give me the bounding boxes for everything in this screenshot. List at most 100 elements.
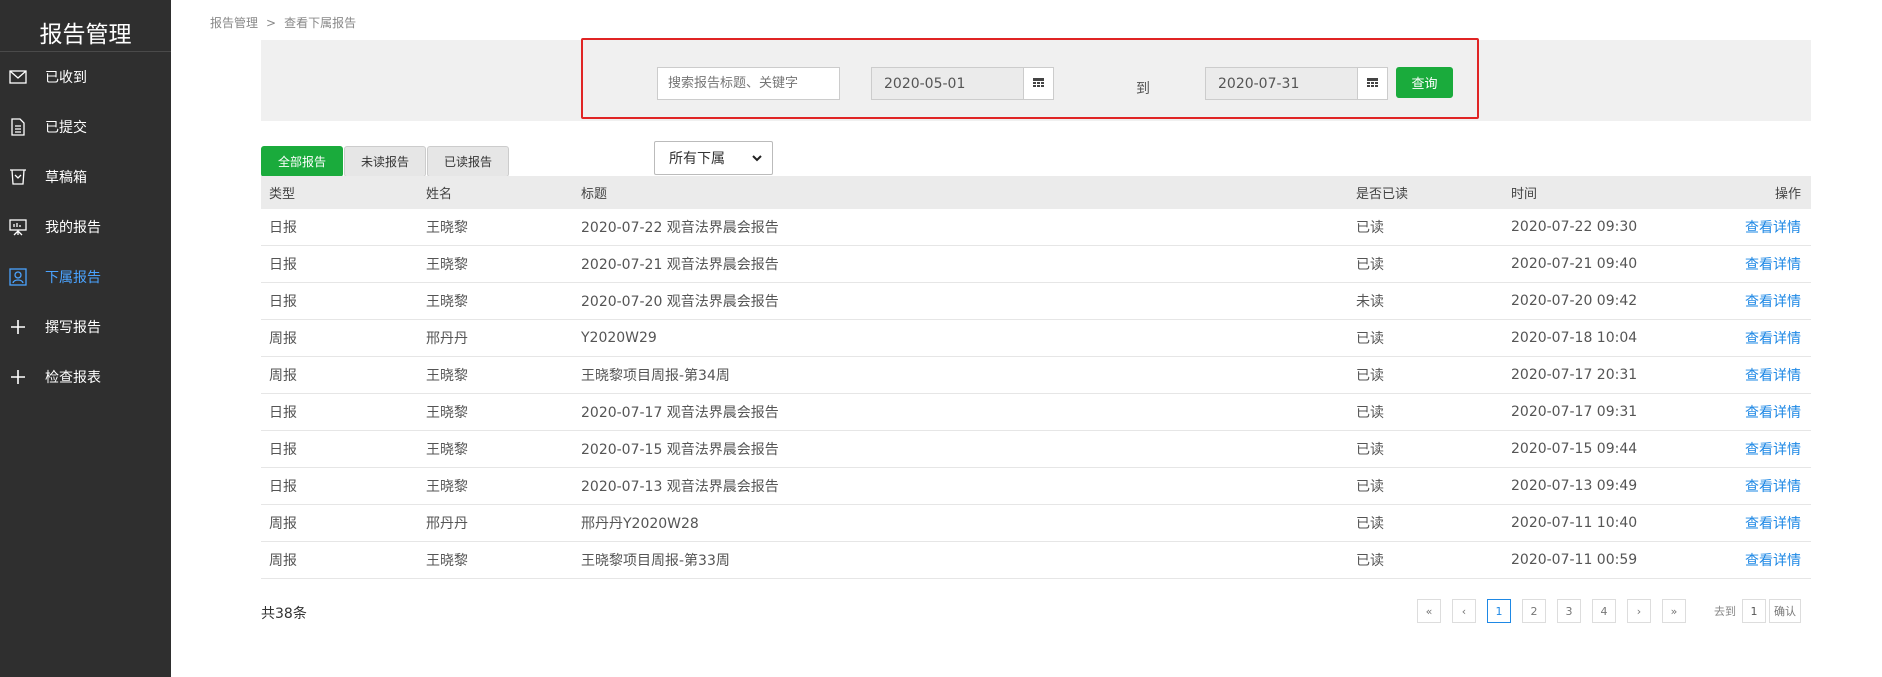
page-jump: 去到 1 确认 <box>1714 599 1801 623</box>
cell-type: 日报 <box>269 479 297 495</box>
view-details-link[interactable]: 查看详情 <box>1733 476 1811 496</box>
tab-all-reports[interactable]: 全部报告 <box>261 146 344 177</box>
cell-read-status: 已读 <box>1356 368 1384 384</box>
cell-time: 2020-07-15 09:44 <box>1511 441 1638 457</box>
table-body: 日报 王晓黎 2020-07-22 观音法界晨会报告 已读 2020-07-22 09:… <box>261 209 1811 579</box>
view-details-link[interactable]: 查看详情 <box>1733 513 1811 533</box>
table-row: 周报 邢丹丹 邢丹丹Y2020W28 已读 2020-07-11 10:40 查看详情 <box>261 505 1811 542</box>
tab-unread-reports[interactable]: 未读报告 <box>344 146 427 177</box>
cell-time: 2020-07-13 09:49 <box>1511 478 1638 494</box>
sidebar-item-check-reports[interactable]: 检查报表 <box>0 352 171 402</box>
table-row: 周报 王晓黎 王晓黎项目周报-第34周 已读 2020-07-17 20:31 查看详情 <box>261 357 1811 394</box>
drafts-icon <box>8 167 28 187</box>
page-button-2[interactable]: 2 <box>1522 599 1546 623</box>
cell-type: 日报 <box>269 405 297 421</box>
cell-type: 日报 <box>269 442 297 458</box>
cell-read-status: 已读 <box>1356 257 1384 273</box>
chevron-down-icon <box>752 150 762 166</box>
main-content: 报告管理 > 查看下属报告 到 查询 全部报告 未读报告 已读报告 <box>171 0 1882 677</box>
view-details-link[interactable]: 查看详情 <box>1733 550 1811 570</box>
subordinate-select[interactable]: 所有下属 <box>654 141 773 175</box>
goto-page-input[interactable]: 1 <box>1742 599 1766 623</box>
cell-title: 王晓黎项目周报-第33周 <box>581 553 730 569</box>
cell-time: 2020-07-20 09:42 <box>1511 293 1638 309</box>
sidebar-item-label: 检查报表 <box>45 370 101 386</box>
view-details-link[interactable]: 查看详情 <box>1733 291 1811 311</box>
cell-time: 2020-07-21 09:40 <box>1511 256 1638 272</box>
column-header-action: 操作 <box>1774 187 1801 202</box>
calendar-icon[interactable] <box>1024 67 1054 100</box>
highlighted-filter-region: 到 查询 <box>581 38 1479 119</box>
cell-type: 日报 <box>269 257 297 273</box>
cell-name: 邢丹丹 <box>426 331 468 347</box>
last-page-button[interactable]: » <box>1662 599 1686 623</box>
end-date-picker[interactable] <box>1205 67 1388 100</box>
sidebar-item-drafts[interactable]: 草稿箱 <box>0 152 171 202</box>
goto-label: 去到 <box>1714 605 1736 618</box>
sidebar-item-submitted[interactable]: 已提交 <box>0 102 171 152</box>
table-row: 日报 王晓黎 2020-07-21 观音法界晨会报告 已读 2020-07-21 09:… <box>261 246 1811 283</box>
cell-time: 2020-07-11 10:40 <box>1511 515 1638 531</box>
report-table: 类型 姓名 标题 是否已读 时间 操作 日报 王晓黎 2020-07-22 观音法界… <box>261 176 1811 579</box>
sidebar-item-write-report[interactable]: 撰写报告 <box>0 302 171 352</box>
table-row: 日报 王晓黎 2020-07-22 观音法界晨会报告 已读 2020-07-22 09:… <box>261 209 1811 246</box>
breadcrumb-current: 查看下属报告 <box>284 16 357 30</box>
view-details-link[interactable]: 查看详情 <box>1733 365 1811 385</box>
column-header-type: 类型 <box>269 187 296 202</box>
cell-time: 2020-07-22 09:30 <box>1511 219 1638 235</box>
cell-type: 周报 <box>269 368 297 384</box>
cell-time: 2020-07-17 20:31 <box>1511 367 1638 383</box>
cell-time: 2020-07-18 10:04 <box>1511 330 1638 346</box>
tab-read-reports[interactable]: 已读报告 <box>427 146 510 177</box>
calendar-icon[interactable] <box>1358 67 1388 100</box>
end-date-field[interactable] <box>1205 67 1358 100</box>
cell-title: 2020-07-13 观音法界晨会报告 <box>581 479 779 495</box>
prev-page-button[interactable]: ‹ <box>1452 599 1476 623</box>
first-page-button[interactable]: « <box>1417 599 1441 623</box>
sidebar-item-my-reports[interactable]: 我的报告 <box>0 202 171 252</box>
plus-icon <box>8 367 28 387</box>
start-date-picker[interactable] <box>871 67 1054 100</box>
query-button[interactable]: 查询 <box>1396 67 1453 98</box>
cell-name: 王晓黎 <box>426 405 468 421</box>
pagination: « ‹ 1 2 3 4 › » <box>1417 599 1697 623</box>
envelope-icon <box>8 67 28 87</box>
table-row: 日报 王晓黎 2020-07-20 观音法界晨会报告 未读 2020-07-20 09:… <box>261 283 1811 320</box>
table-row: 日报 王晓黎 2020-07-15 观音法界晨会报告 已读 2020-07-15 09:… <box>261 431 1811 468</box>
sidebar-item-label: 撰写报告 <box>45 320 101 336</box>
search-input[interactable] <box>657 67 840 100</box>
cell-read-status: 已读 <box>1356 553 1384 569</box>
page-button-3[interactable]: 3 <box>1557 599 1581 623</box>
view-details-link[interactable]: 查看详情 <box>1733 328 1811 348</box>
view-details-link[interactable]: 查看详情 <box>1733 402 1811 422</box>
view-details-link[interactable]: 查看详情 <box>1733 217 1811 237</box>
column-header-time: 时间 <box>1511 187 1538 202</box>
sidebar-item-label: 我的报告 <box>45 220 101 236</box>
sidebar-item-received[interactable]: 已收到 <box>0 52 171 102</box>
goto-confirm-button[interactable]: 确认 <box>1769 599 1801 623</box>
sidebar-item-label: 下属报告 <box>45 270 101 286</box>
view-details-link[interactable]: 查看详情 <box>1733 439 1811 459</box>
cell-read-status: 未读 <box>1356 294 1384 310</box>
presentation-icon <box>8 217 28 237</box>
cell-name: 邢丹丹 <box>426 516 468 532</box>
page-button-1[interactable]: 1 <box>1487 599 1511 623</box>
cell-read-status: 已读 <box>1356 442 1384 458</box>
breadcrumb-root[interactable]: 报告管理 <box>210 16 258 30</box>
table-header: 类型 姓名 标题 是否已读 时间 操作 <box>261 176 1811 209</box>
cell-type: 周报 <box>269 553 297 569</box>
table-row: 日报 王晓黎 2020-07-17 观音法界晨会报告 已读 2020-07-17 09:… <box>261 394 1811 431</box>
date-range-to-label: 到 <box>1136 81 1150 97</box>
sidebar-item-label: 草稿箱 <box>45 170 87 186</box>
filter-bar: 到 查询 <box>261 38 1811 121</box>
start-date-field[interactable] <box>871 67 1024 100</box>
page-button-4[interactable]: 4 <box>1592 599 1616 623</box>
cell-read-status: 已读 <box>1356 331 1384 347</box>
next-page-button[interactable]: › <box>1627 599 1651 623</box>
view-details-link[interactable]: 查看详情 <box>1733 254 1811 274</box>
sidebar-item-label: 已收到 <box>45 70 87 86</box>
sidebar-item-subordinate-reports[interactable]: 下属报告 <box>0 252 171 302</box>
total-count: 共38条 <box>261 606 307 622</box>
cell-name: 王晓黎 <box>426 294 468 310</box>
subordinate-select-value: 所有下属 <box>669 151 725 167</box>
